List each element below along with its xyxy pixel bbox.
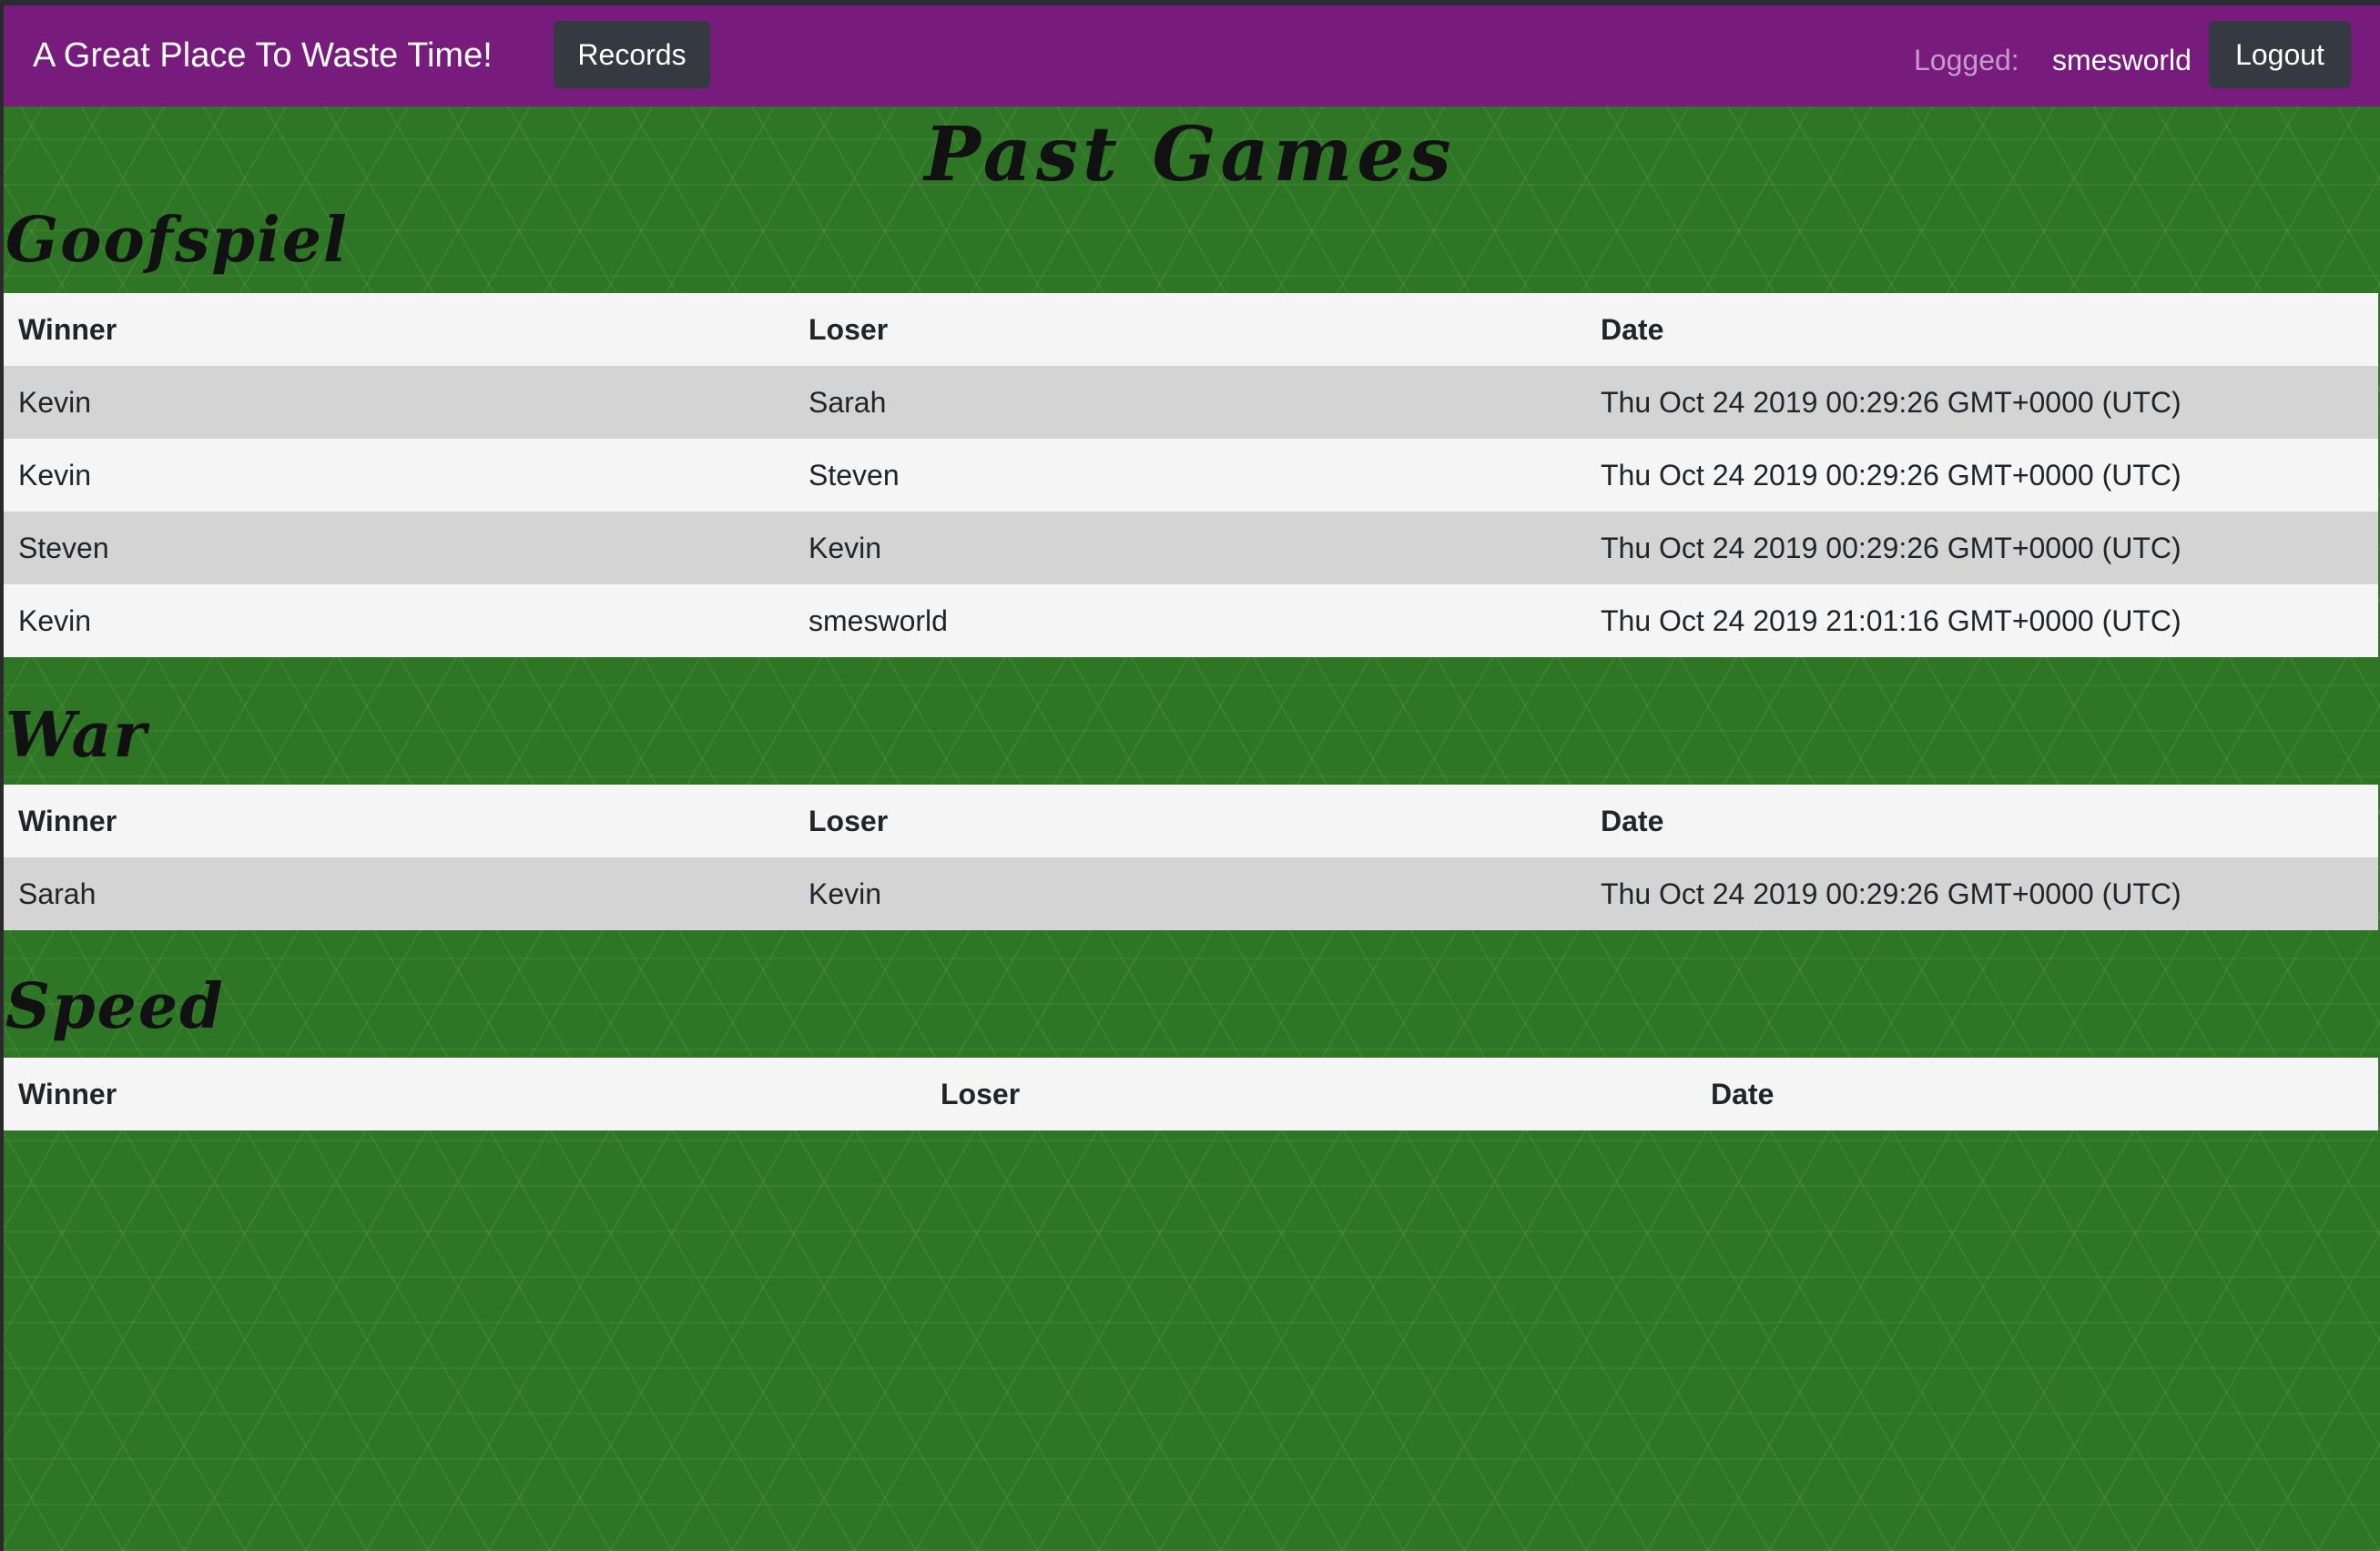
war-table: Winner Loser Date Sarah Kevin Thu Oct 24…: [4, 785, 2378, 930]
date-cell: Thu Oct 24 2019 00:29:26 GMT+0000 (UTC): [1586, 857, 2378, 930]
table-header-row: Winner Loser Date: [4, 1058, 2378, 1130]
top-navbar: A Great Place To Waste Time! Records Log…: [4, 5, 2380, 106]
brand-link[interactable]: A Great Place To Waste Time!: [33, 35, 493, 76]
window-left-border: [0, 5, 4, 1551]
records-button[interactable]: Records: [554, 21, 710, 88]
loser-column-header: Loser: [794, 785, 1586, 857]
table-header-row: Winner Loser Date: [4, 785, 2378, 857]
username: smesworld: [2052, 44, 2192, 76]
table-row: Kevin Steven Thu Oct 24 2019 00:29:26 GM…: [4, 439, 2378, 512]
loser-cell: Steven: [794, 439, 1586, 512]
date-column-header: Date: [1586, 785, 2378, 857]
loser-column-header: Loser: [926, 1058, 1696, 1130]
date-cell: Thu Oct 24 2019 00:29:26 GMT+0000 (UTC): [1586, 366, 2378, 439]
page-title: Past Games: [924, 111, 1456, 198]
loser-column-header: Loser: [794, 293, 1586, 366]
winner-cell: Sarah: [4, 857, 794, 930]
speed-table: Winner Loser Date: [4, 1058, 2378, 1130]
logout-button[interactable]: Logout: [2209, 21, 2351, 88]
section-title-war: War: [5, 699, 148, 772]
loser-cell: Sarah: [794, 366, 1586, 439]
table-row: Kevin smesworld Thu Oct 24 2019 21:01:16…: [4, 584, 2378, 657]
winner-column-header: Winner: [4, 785, 794, 857]
table-row: Steven Kevin Thu Oct 24 2019 00:29:26 GM…: [4, 512, 2378, 584]
goofspiel-table: Winner Loser Date Kevin Sarah Thu Oct 24…: [4, 293, 2378, 657]
table-header-row: Winner Loser Date: [4, 293, 2378, 366]
loser-cell: smesworld: [794, 584, 1586, 657]
date-column-header: Date: [1696, 1058, 2378, 1130]
date-column-header: Date: [1586, 293, 2378, 366]
date-cell: Thu Oct 24 2019 00:29:26 GMT+0000 (UTC): [1586, 512, 2378, 584]
table-row: Kevin Sarah Thu Oct 24 2019 00:29:26 GMT…: [4, 366, 2378, 439]
section-title-speed: Speed: [5, 970, 225, 1043]
table-row: Sarah Kevin Thu Oct 24 2019 00:29:26 GMT…: [4, 857, 2378, 930]
winner-column-header: Winner: [4, 293, 794, 366]
winner-column-header: Winner: [4, 1058, 926, 1130]
date-cell: Thu Oct 24 2019 21:01:16 GMT+0000 (UTC): [1586, 584, 2378, 657]
loser-cell: Kevin: [794, 512, 1586, 584]
winner-cell: Kevin: [4, 439, 794, 512]
winner-cell: Kevin: [4, 366, 794, 439]
loser-cell: Kevin: [794, 857, 1586, 930]
section-title-goofspiel: Goofspiel: [5, 204, 349, 277]
winner-cell: Kevin: [4, 584, 794, 657]
logged-label: Logged:: [1914, 44, 2019, 76]
date-cell: Thu Oct 24 2019 00:29:26 GMT+0000 (UTC): [1586, 439, 2378, 512]
winner-cell: Steven: [4, 512, 794, 584]
